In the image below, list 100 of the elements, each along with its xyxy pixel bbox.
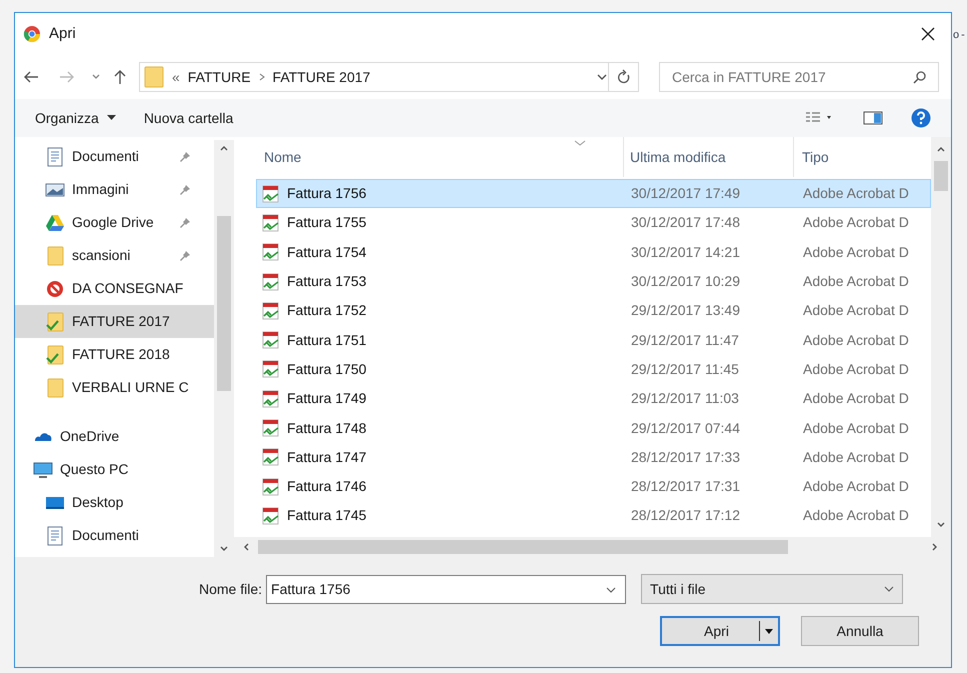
scrollbar-thumb[interactable]	[934, 161, 948, 191]
modified-date: 30/12/2017 17:48	[630, 213, 741, 232]
search-icon	[913, 70, 927, 84]
organize-menu-button[interactable]: Organizza	[35, 108, 116, 128]
sidebar-item[interactable]: Desktop	[15, 486, 214, 519]
sidebar-item[interactable]: Google Drive	[15, 206, 214, 239]
computer-icon	[33, 460, 53, 480]
file-row[interactable]: Fattura 1755 30/12/2017 17:48 Adobe Acrobat D	[256, 208, 931, 238]
file-type: Adobe Acrobat D	[802, 242, 909, 262]
open-split-button[interactable]: Apri	[660, 616, 780, 646]
file-row[interactable]: Fattura 1750 29/12/2017 11:45 Adobe Acrobat D	[256, 354, 931, 384]
cancel-button[interactable]: Annulla	[801, 616, 919, 646]
breadcrumb-item[interactable]: FATTURE	[188, 66, 251, 88]
file-row[interactable]: Fattura 1754 30/12/2017 14:21 Adobe Acrobat D	[256, 238, 931, 267]
column-header[interactable]: Ultima modifica	[624, 137, 794, 177]
address-bar[interactable]: « FATTURE FATTURE 2017	[139, 62, 609, 92]
refresh-icon[interactable]	[616, 69, 630, 85]
file-type: Adobe Acrobat D	[802, 418, 909, 438]
scroll-down-icon[interactable]	[936, 521, 946, 529]
file-row[interactable]: Fattura 1746 28/12/2017 17:31 Adobe Acrobat D	[256, 472, 931, 502]
scrollbar-thumb[interactable]	[258, 540, 788, 554]
chevron-down-icon	[884, 586, 894, 592]
sidebar-item[interactable]: DA CONSEGNAF	[15, 272, 214, 305]
file-type: Adobe Acrobat D	[802, 477, 909, 496]
file-name-field[interactable]: Fattura 1756	[266, 574, 626, 604]
overflow-chevron[interactable]: «	[172, 66, 180, 88]
column-header[interactable]: Nome	[256, 137, 624, 177]
sidebar-item[interactable]: Documenti	[15, 140, 214, 173]
pdf-file-icon	[261, 212, 281, 233]
sidebar-item[interactable]: FATTURE 2018	[15, 338, 214, 371]
file-name: Fattura 1748	[287, 418, 366, 438]
sidebar-item[interactable]: VERBALI URNE C	[15, 371, 214, 404]
new-folder-button[interactable]: Nuova cartella	[144, 108, 234, 128]
file-name: Fattura 1746	[287, 477, 366, 496]
pdf-file-icon	[261, 184, 281, 204]
file-name: Fattura 1754	[287, 242, 366, 262]
file-name: Fattura 1753	[287, 272, 366, 292]
scrollbar[interactable]	[931, 137, 951, 537]
drive-icon	[45, 212, 65, 232]
file-name: Fattura 1752	[287, 301, 366, 320]
file-type: Adobe Acrobat D	[802, 389, 909, 408]
scroll-left-icon[interactable]	[242, 542, 250, 552]
preview-pane-icon[interactable]	[863, 111, 883, 125]
folder-check-icon	[45, 312, 65, 332]
cloud-icon	[33, 432, 53, 442]
column-header[interactable]: Tipo	[794, 137, 931, 177]
scroll-up-icon[interactable]	[936, 145, 946, 153]
chevron-down-icon[interactable]	[91, 73, 101, 81]
modified-date: 28/12/2017 17:12	[630, 506, 741, 526]
breadcrumb-item[interactable]: FATTURE 2017	[272, 66, 370, 88]
file-row[interactable]: Fattura 1749 29/12/2017 11:03 Adobe Acrobat D	[256, 384, 931, 414]
pdf-file-icon	[261, 272, 281, 292]
sidebar-item[interactable]: Immagini	[15, 173, 214, 206]
chevron-right-icon[interactable]	[258, 73, 265, 81]
modified-date: 29/12/2017 11:47	[630, 330, 740, 350]
file-type: Adobe Acrobat D	[802, 213, 909, 232]
search-field[interactable]: Cerca in FATTURE 2017	[659, 62, 939, 92]
folder-icon	[45, 378, 65, 398]
help-icon[interactable]	[911, 108, 931, 128]
sidebar-item[interactable]: FATTURE 2017	[15, 305, 214, 338]
up-arrow-icon[interactable]	[113, 69, 127, 85]
folder-icon	[144, 65, 164, 89]
sidebar-item[interactable]: scansioni	[15, 239, 214, 272]
sidebar-item[interactable]: OneDrive	[15, 420, 214, 453]
scroll-right-icon[interactable]	[931, 542, 939, 552]
chevron-down-icon[interactable]	[606, 586, 616, 592]
pdf-file-icon	[261, 300, 281, 321]
back-arrow-icon[interactable]	[23, 70, 39, 84]
chevron-down-icon[interactable]	[596, 73, 608, 81]
scrollbar[interactable]	[214, 140, 234, 557]
document-icon	[45, 146, 65, 166]
file-row[interactable]: Fattura 1748 29/12/2017 07:44 Adobe Acrobat D	[256, 413, 931, 443]
scroll-up-icon[interactable]	[219, 144, 229, 152]
scrollbar-thumb[interactable]	[217, 216, 231, 391]
file-row[interactable]: Fattura 1753 30/12/2017 10:29 Adobe Acrobat D	[256, 266, 931, 296]
horizontal-scrollbar[interactable]	[234, 537, 951, 557]
dropdown-arrow-icon[interactable]	[764, 627, 774, 635]
sidebar-item[interactable]: Questo PC	[15, 453, 214, 486]
file-type-dropdown[interactable]: Tutti i file	[641, 574, 904, 604]
folder-check-icon	[45, 344, 65, 364]
file-row[interactable]: Fattura 1752 29/12/2017 13:49 Adobe Acrobat D	[256, 296, 931, 326]
window-title: Apri	[49, 24, 76, 44]
pdf-file-icon	[261, 447, 281, 468]
file-name: Fattura 1755	[287, 213, 366, 232]
file-row[interactable]: Fattura 1756 30/12/2017 17:49 Adobe Acrobat D	[256, 179, 931, 208]
folder-icon	[45, 246, 65, 266]
file-name-label: Nome file:	[199, 580, 262, 598]
pdf-file-icon	[261, 506, 281, 526]
modified-date: 30/12/2017 10:29	[630, 272, 741, 292]
caret-icon	[106, 115, 116, 121]
file-row[interactable]: Fattura 1751 29/12/2017 11:47 Adobe Acrobat D	[256, 325, 931, 355]
file-type: Adobe Acrobat D	[802, 360, 909, 379]
scroll-down-icon[interactable]	[219, 545, 229, 553]
file-name: Fattura 1749	[287, 389, 366, 408]
file-row[interactable]: Fattura 1745 28/12/2017 17:12 Adobe Acrobat D	[256, 501, 931, 531]
file-name: Fattura 1751	[287, 330, 366, 350]
file-type: Adobe Acrobat D	[802, 448, 909, 467]
file-row[interactable]: Fattura 1747 28/12/2017 17:33 Adobe Acrobat D	[256, 442, 931, 472]
sidebar-item[interactable]: Documenti	[15, 519, 214, 552]
close-icon[interactable]	[921, 27, 935, 41]
